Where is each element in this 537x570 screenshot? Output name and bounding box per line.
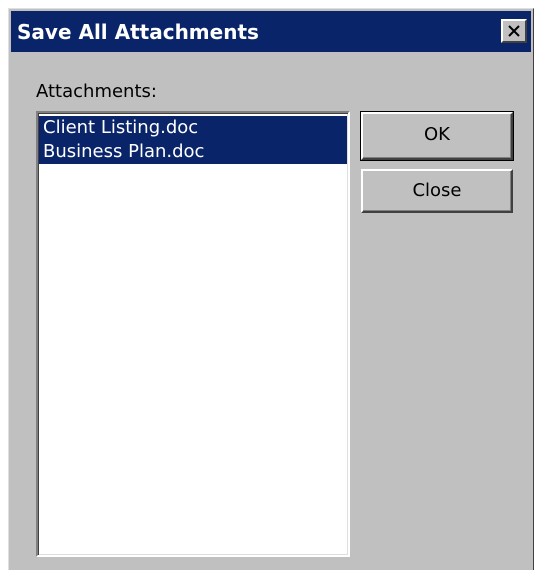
title-bar[interactable]: Save All Attachments [11,11,531,52]
close-window-button[interactable] [501,19,527,43]
attachments-label: Attachments: [36,81,157,102]
list-item[interactable]: Client Listing.doc [39,116,347,140]
close-icon [508,25,520,37]
save-all-attachments-dialog: Save All Attachments Attachments: Client… [8,8,534,570]
ok-button[interactable]: OK [360,111,514,161]
window-title: Save All Attachments [17,20,259,44]
attachments-listbox[interactable]: Client Listing.doc Business Plan.doc [36,111,350,557]
list-item[interactable]: Business Plan.doc [39,140,347,164]
close-button[interactable]: Close [361,169,513,213]
